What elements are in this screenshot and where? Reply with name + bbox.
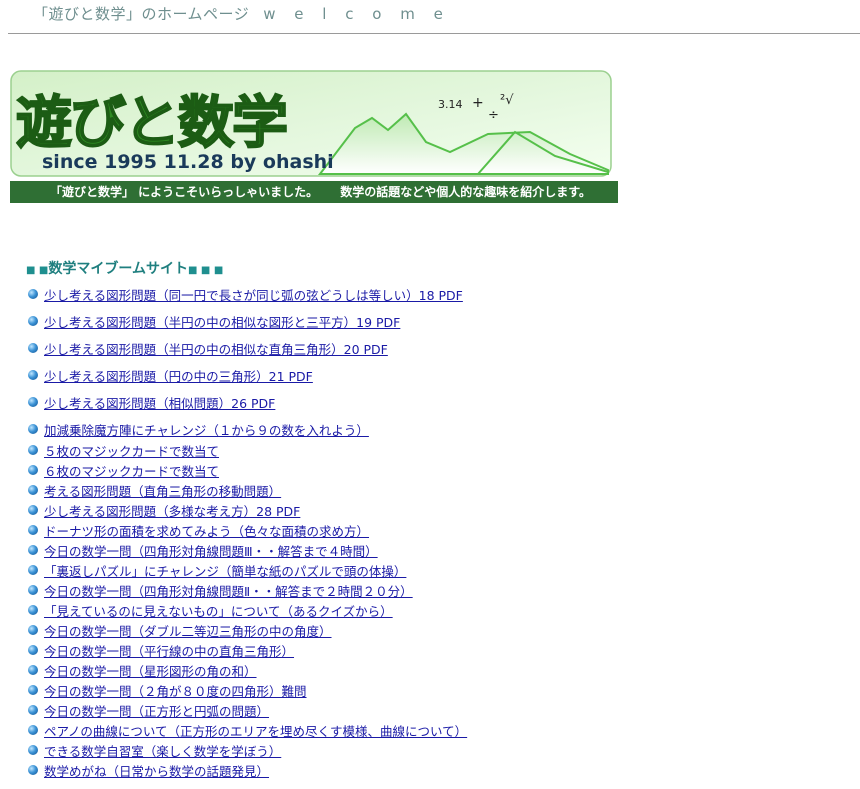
link-text[interactable]: 今日の数学一問（平行線の中の直角三角形） (44, 641, 294, 660)
bullet-icon (28, 645, 38, 655)
bullet-icon (28, 465, 38, 475)
list-item[interactable]: 今日の数学一問（四角形対角線問題Ⅲ・・解答まで４時間） (28, 541, 378, 559)
list-item[interactable]: できる数学自習室（楽しく数学を学ぼう） (28, 741, 281, 759)
list-item[interactable]: ６枚のマジックカードで数当て (28, 461, 219, 479)
list-item[interactable]: ５枚のマジックカードで数当て (28, 441, 219, 459)
site-banner: 遊びと数学 since 1995 11.28 by ohashi 3.14 + … (10, 70, 612, 177)
link-text[interactable]: 数学めがね（日常から数学の話題発見） (44, 761, 269, 780)
link-text[interactable]: 加減乗除魔方陣にチャレンジ（１から９の数を入れよう） (44, 420, 369, 439)
bullet-icon (28, 565, 38, 575)
link-text[interactable]: 少し考える図形問題（多様な考え方）28 PDF (44, 501, 300, 520)
bullet-icon (28, 605, 38, 615)
bullet-icon (28, 485, 38, 495)
link-text[interactable]: 少し考える図形問題（半円の中の相似な図形と三平方）19 PDF (44, 312, 400, 331)
site-title-text: 「遊びと数学」のホームページ (33, 5, 250, 23)
link-text[interactable]: 考える図形問題（直角三角形の移動問題） (44, 481, 281, 500)
list-item[interactable]: 加減乗除魔方陣にチャレンジ（１から９の数を入れよう） (28, 420, 369, 438)
logo-text: 遊びと数学 (16, 91, 286, 156)
bullet-icon (28, 585, 38, 595)
bullet-icon (28, 289, 38, 299)
link-text[interactable]: 今日の数学一問（星形図形の角の和） (44, 661, 257, 680)
link-text[interactable]: 少し考える図形問題（円の中の三角形）21 PDF (44, 366, 313, 385)
list-item[interactable]: 今日の数学一問（正方形と円弧の問題） (28, 701, 269, 719)
list-item[interactable]: 今日の数学一問（ダブル二等辺三角形の中の角度） (28, 621, 332, 639)
bullet-icon (28, 424, 38, 434)
link-text[interactable]: 「見えているのに見えないもの」について（あるクイズから） (44, 601, 393, 620)
link-text[interactable]: ドーナツ形の面積を求めてみよう（色々な面積の求め方） (44, 521, 369, 540)
bullet-icon (28, 525, 38, 535)
site-title: 「遊びと数学」のホームページ w e l c o m e (33, 3, 450, 24)
bullet-icon (28, 445, 38, 455)
bullet-icon (28, 665, 38, 675)
bullet-icon (28, 745, 38, 755)
list-item[interactable]: 少し考える図形問題（半円の中の相似な図形と三平方）19 PDF (28, 312, 400, 330)
link-text[interactable]: 少し考える図形問題（相似問題）26 PDF (44, 393, 275, 412)
link-text[interactable]: 「裏返しパズル」にチャレンジ（簡単な紙のパズルで頭の体操） (44, 561, 406, 580)
welcome-message: 「遊びと数学」 にようこそいらっしゃいました。 (50, 185, 319, 199)
link-text[interactable]: できる数学自習室（楽しく数学を学ぼう） (44, 741, 281, 760)
plus-symbol: + (472, 95, 484, 111)
list-item[interactable]: 今日の数学一問（星形図形の角の和） (28, 661, 257, 679)
welcome-bar: 「遊びと数学」 にようこそいらっしゃいました。 数学の話題などや個人的な趣味を紹介… (10, 181, 618, 203)
bullet-icon (28, 725, 38, 735)
bullet-icon (28, 545, 38, 555)
list-item[interactable]: 少し考える図形問題（相似問題）26 PDF (28, 393, 275, 411)
header-divider (8, 33, 860, 34)
list-item[interactable]: 今日の数学一問（２角が８０度の四角形）難問 (28, 681, 307, 699)
list-item[interactable]: 考える図形問題（直角三角形の移動問題） (28, 481, 281, 499)
pi-symbol: 3.14 (438, 98, 463, 111)
bullet-icon (28, 705, 38, 715)
list-item[interactable]: 「裏返しパズル」にチャレンジ（簡単な紙のパズルで頭の体操） (28, 561, 406, 579)
section-heading-text: 数学マイブームサイト (48, 261, 188, 277)
bullet-icon (28, 316, 38, 326)
link-text[interactable]: 今日の数学一問（四角形対角線問題Ⅱ・・解答まで２時間２０分） (44, 581, 413, 600)
divide-symbol: ÷ (488, 108, 499, 123)
list-item[interactable]: 「見えているのに見えないもの」について（あるクイズから） (28, 601, 393, 619)
bullet-icon (28, 397, 38, 407)
bullet-icon (28, 343, 38, 353)
list-item[interactable]: 少し考える図形問題（半円の中の相似な直角三角形）20 PDF (28, 339, 388, 357)
bullet-icon (28, 505, 38, 515)
list-item[interactable]: 今日の数学一問（四角形対角線問題Ⅱ・・解答まで２時間２０分） (28, 581, 413, 599)
link-text[interactable]: 今日の数学一問（四角形対角線問題Ⅲ・・解答まで４時間） (44, 541, 378, 560)
bullet-icon (28, 685, 38, 695)
section-heading: ■ ■数学マイブームサイト■ ■ ■ (26, 258, 223, 278)
heading-squares-right: ■ ■ ■ (187, 265, 224, 276)
link-text[interactable]: ６枚のマジックカードで数当て (44, 461, 219, 480)
list-item[interactable]: ペアノの曲線について（正方形のエリアを埋め尽くす模様、曲線について） (28, 721, 467, 739)
link-text[interactable]: 今日の数学一問（ダブル二等辺三角形の中の角度） (44, 621, 332, 640)
list-item[interactable]: 今日の数学一問（平行線の中の直角三角形） (28, 641, 294, 659)
heading-squares-left: ■ ■ (26, 265, 49, 276)
link-text[interactable]: 今日の数学一問（正方形と円弧の問題） (44, 701, 269, 720)
welcome-text: w e l c o m e (263, 5, 450, 23)
list-item[interactable]: ドーナツ形の面積を求めてみよう（色々な面積の求め方） (28, 521, 369, 539)
link-text[interactable]: 少し考える図形問題（同一円で長さが同じ弧の弦どうしは等しい）18 PDF (44, 285, 463, 304)
link-text[interactable]: ５枚のマジックカードで数当て (44, 441, 219, 460)
bullet-icon (28, 370, 38, 380)
since-text: since 1995 11.28 by ohashi (42, 151, 334, 173)
bullet-icon (28, 765, 38, 775)
root-symbol: ²√ (500, 93, 514, 108)
intro-message: 数学の話題などや個人的な趣味を紹介します。 (340, 185, 591, 199)
link-text[interactable]: 今日の数学一問（２角が８０度の四角形）難問 (44, 681, 307, 700)
list-item[interactable]: 少し考える図形問題（円の中の三角形）21 PDF (28, 366, 313, 384)
link-text[interactable]: ペアノの曲線について（正方形のエリアを埋め尽くす模様、曲線について） (44, 721, 467, 740)
list-item[interactable]: 少し考える図形問題（同一円で長さが同じ弧の弦どうしは等しい）18 PDF (28, 285, 463, 303)
bullet-icon (28, 625, 38, 635)
list-item[interactable]: 少し考える図形問題（多様な考え方）28 PDF (28, 501, 300, 519)
list-item[interactable]: 数学めがね（日常から数学の話題発見） (28, 761, 269, 779)
link-text[interactable]: 少し考える図形問題（半円の中の相似な直角三角形）20 PDF (44, 339, 388, 358)
